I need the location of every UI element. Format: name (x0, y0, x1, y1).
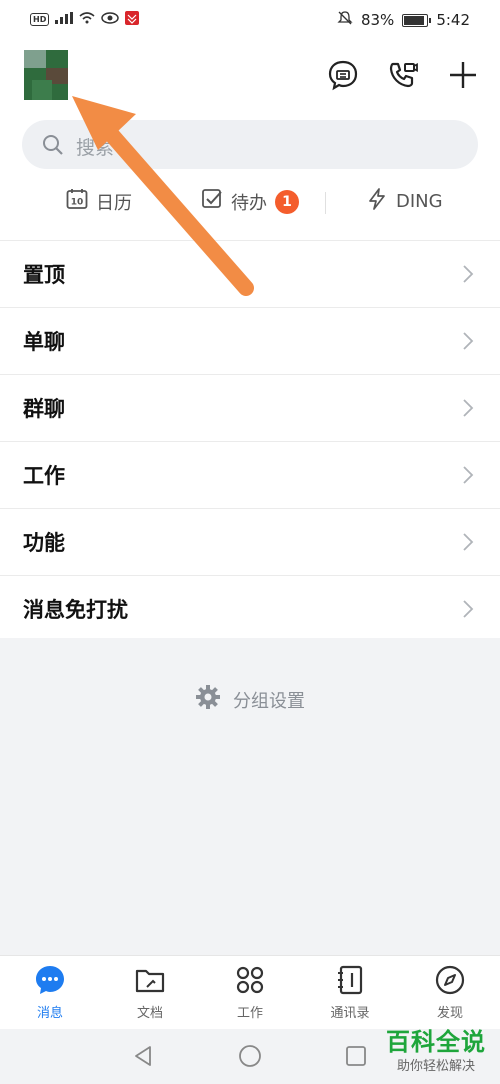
search-bar[interactable]: 搜索 (22, 120, 478, 169)
tab-label: 工作 (236, 1006, 263, 1021)
chevron-right-icon (462, 264, 474, 288)
list-item-label: 功能 (23, 531, 65, 555)
todo-badge: 1 (275, 189, 299, 214)
watermark-subtitle: 助你轻松解决 (396, 1059, 475, 1074)
tab-label: 消息 (36, 1006, 63, 1021)
status-bar: HD 83% 5:42 (0, 0, 500, 40)
signal-icon (55, 12, 74, 27)
svg-text:10: 10 (71, 198, 84, 208)
list-item-label: 群聊 (23, 397, 65, 421)
list-item[interactable]: 单聊 (0, 307, 500, 374)
group-settings-button[interactable]: 分组设置 (0, 684, 500, 715)
chevron-right-icon (462, 331, 474, 355)
calendar-icon: 10 (66, 188, 88, 215)
tab-discover[interactable]: 发现 (400, 964, 500, 1021)
message-bubble-icon (34, 966, 66, 1000)
tab-label: 通讯录 (330, 1006, 370, 1021)
watermark-logo: 百科全说 助你轻松解决 (386, 1022, 486, 1074)
search-icon (42, 134, 64, 160)
group-settings-label: 分组设置 (233, 690, 305, 712)
ding-link[interactable]: DING (366, 188, 443, 215)
chevron-right-icon (462, 532, 474, 556)
list-item-label: 消息免打扰 (23, 598, 128, 622)
list-item[interactable]: 工作 (0, 441, 500, 508)
wifi-icon (79, 12, 95, 27)
folder-icon (134, 969, 166, 1000)
home-icon[interactable] (238, 1044, 262, 1072)
battery-percent: 83% (360, 11, 395, 29)
group-list: 置顶 单聊 群聊 工作 功能 消息免打扰 (0, 240, 500, 638)
ding-label: DING (396, 191, 443, 212)
chevron-right-icon (462, 599, 474, 623)
hd-indicator: HD (30, 13, 50, 26)
lightning-icon (366, 188, 388, 215)
chevron-right-icon (462, 398, 474, 422)
mute-icon (337, 10, 353, 30)
tab-label: 发现 (436, 1006, 463, 1021)
back-icon[interactable] (132, 1045, 154, 1071)
calendar-label: 日历 (96, 192, 132, 214)
list-item-label: 置顶 (23, 263, 65, 287)
battery-icon (402, 13, 432, 27)
list-item[interactable]: 功能 (0, 508, 500, 575)
list-item[interactable]: 消息免打扰 (0, 575, 500, 642)
tab-work[interactable]: 工作 (200, 964, 300, 1021)
add-icon[interactable] (446, 58, 480, 92)
eye-icon (101, 12, 120, 27)
calendar-link[interactable]: 10 日历 (66, 188, 132, 215)
tab-docs[interactable]: 文档 (100, 964, 200, 1021)
watermark-title: 百科全说 (386, 1028, 486, 1056)
video-call-icon[interactable] (386, 58, 420, 92)
header: 搜索 10 日历 待办 1 DING (0, 40, 500, 240)
list-item[interactable]: 置顶 (0, 240, 500, 307)
todo-icon (201, 188, 223, 215)
chevron-right-icon (462, 465, 474, 489)
list-item[interactable]: 群聊 (0, 374, 500, 441)
gear-icon (195, 684, 221, 715)
tab-label: 文档 (136, 1006, 163, 1021)
status-right: 83% 5:42 (337, 10, 470, 30)
compass-icon (434, 965, 466, 1000)
clock: 5:42 (436, 11, 470, 29)
recents-icon[interactable] (345, 1045, 367, 1071)
app-notification-icon (125, 11, 140, 28)
todo-label: 待办 (231, 192, 267, 214)
status-left: HD (30, 11, 140, 28)
todo-link[interactable]: 待办 1 (201, 188, 299, 215)
quick-divider (325, 192, 326, 214)
secret-chat-icon[interactable] (326, 58, 360, 92)
search-placeholder: 搜索 (76, 137, 115, 159)
tab-messages[interactable]: 消息 (0, 964, 100, 1021)
tab-bar: 消息 文档 工作 通讯录 发现 (0, 955, 500, 1030)
tab-contacts[interactable]: 通讯录 (300, 964, 400, 1021)
list-item-label: 工作 (23, 464, 65, 488)
apps-grid-icon (234, 966, 266, 1000)
avatar[interactable] (24, 50, 68, 100)
contacts-book-icon (334, 965, 366, 1000)
list-item-label: 单聊 (23, 330, 65, 354)
